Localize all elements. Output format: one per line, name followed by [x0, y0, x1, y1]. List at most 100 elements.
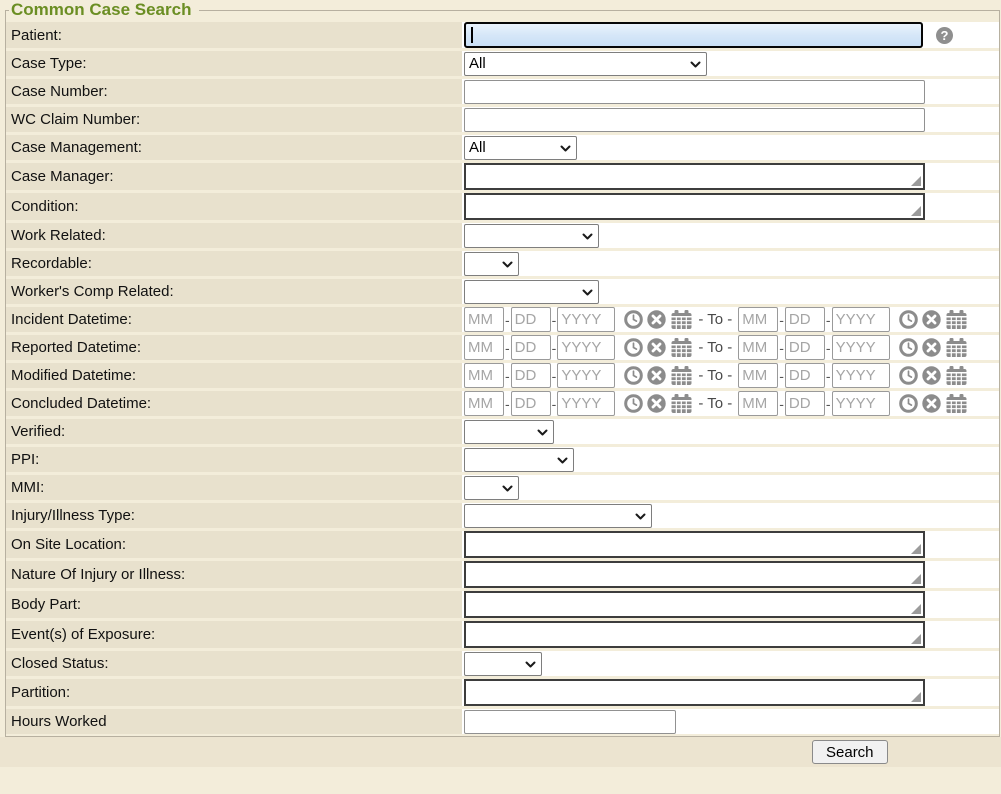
case-number-input[interactable] — [464, 80, 925, 104]
clear-icon[interactable] — [922, 394, 941, 413]
concluded-to-month-input[interactable] — [738, 391, 778, 416]
search-button[interactable]: Search — [812, 740, 888, 764]
modified-to-month-input[interactable] — [738, 363, 778, 388]
clear-icon[interactable] — [647, 394, 666, 413]
case-type-select[interactable]: All — [464, 52, 707, 76]
form-row-concluded-datetime: Concluded Datetime: - - - To - - - — [6, 391, 999, 416]
patient-input[interactable] — [464, 22, 923, 48]
hours-worked-field-cell — [462, 709, 999, 734]
resize-handle[interactable] — [911, 206, 921, 216]
recordable-select[interactable] — [464, 252, 519, 276]
condition-textarea[interactable] — [464, 193, 925, 220]
body-part-textarea[interactable] — [464, 591, 925, 618]
hours-worked-input[interactable] — [464, 710, 676, 734]
condition-label: Condition: — [6, 193, 462, 220]
clear-icon[interactable] — [922, 366, 941, 385]
ppi-select[interactable] — [464, 448, 574, 472]
reported-to-month-input[interactable] — [738, 335, 778, 360]
case-type-field-cell: All — [462, 51, 999, 76]
clear-icon[interactable] — [922, 338, 941, 357]
date-separator: - — [826, 340, 831, 356]
calendar-icon[interactable] — [671, 310, 692, 329]
workers-comp-related-select[interactable] — [464, 280, 599, 304]
clear-icon[interactable] — [647, 310, 666, 329]
partition-textarea[interactable] — [464, 679, 925, 706]
clear-icon[interactable] — [922, 310, 941, 329]
form-row-incident-datetime: Incident Datetime: - - - To - - - — [6, 307, 999, 332]
reported-to-day-input[interactable] — [785, 335, 825, 360]
incident-from-day-input[interactable] — [511, 307, 551, 332]
calendar-icon[interactable] — [946, 338, 967, 357]
modified-from-month-input[interactable] — [464, 363, 504, 388]
modified-from-day-input[interactable] — [511, 363, 551, 388]
incident-datetime-field-cell: - - - To - - - — [462, 307, 999, 332]
clock-icon[interactable] — [899, 394, 918, 413]
modified-to-year-input[interactable] — [832, 363, 890, 388]
clear-icon[interactable] — [647, 338, 666, 357]
resize-handle[interactable] — [911, 544, 921, 554]
incident-to-day-input[interactable] — [785, 307, 825, 332]
case-management-select[interactable]: All — [464, 136, 577, 160]
concluded-from-day-input[interactable] — [511, 391, 551, 416]
mmi-select[interactable] — [464, 476, 519, 500]
clock-icon[interactable] — [624, 394, 643, 413]
calendar-icon[interactable] — [671, 338, 692, 357]
clock-icon[interactable] — [624, 338, 643, 357]
work-related-select[interactable] — [464, 224, 599, 248]
concluded-to-day-input[interactable] — [785, 391, 825, 416]
modified-from-year-input[interactable] — [557, 363, 615, 388]
modified-datetime-field-cell: - - - To - - - — [462, 363, 999, 388]
reported-to-year-input[interactable] — [832, 335, 890, 360]
date-separator: - — [505, 368, 510, 384]
help-icon[interactable]: ? — [936, 27, 953, 44]
case-management-label: Case Management: — [6, 135, 462, 160]
text-cursor — [471, 27, 473, 43]
case-manager-field-cell — [462, 163, 999, 190]
injury-illness-type-select[interactable] — [464, 504, 652, 528]
resize-handle[interactable] — [911, 574, 921, 584]
form-row-nature-of-injury: Nature Of Injury or Illness: — [6, 561, 999, 588]
on-site-location-textarea[interactable] — [464, 531, 925, 558]
form-row-workers-comp-related: Worker's Comp Related: — [6, 279, 999, 304]
verified-select[interactable] — [464, 420, 554, 444]
resize-handle[interactable] — [911, 634, 921, 644]
clock-icon[interactable] — [899, 310, 918, 329]
date-separator: - — [779, 312, 784, 328]
injury-illness-type-label: Injury/Illness Type: — [6, 503, 462, 528]
form-row-condition: Condition: — [6, 193, 999, 220]
calendar-icon[interactable] — [671, 394, 692, 413]
concluded-to-year-input[interactable] — [832, 391, 890, 416]
reported-from-year-input[interactable] — [557, 335, 615, 360]
clock-icon[interactable] — [624, 366, 643, 385]
reported-from-month-input[interactable] — [464, 335, 504, 360]
clear-icon[interactable] — [647, 366, 666, 385]
concluded-from-month-input[interactable] — [464, 391, 504, 416]
concluded-from-year-input[interactable] — [557, 391, 615, 416]
resize-handle[interactable] — [911, 604, 921, 614]
calendar-icon[interactable] — [946, 394, 967, 413]
wc-claim-number-input[interactable] — [464, 108, 925, 132]
calendar-icon[interactable] — [946, 366, 967, 385]
incident-from-year-input[interactable] — [557, 307, 615, 332]
events-of-exposure-textarea[interactable] — [464, 621, 925, 648]
calendar-icon[interactable] — [671, 366, 692, 385]
date-separator: - — [826, 312, 831, 328]
form-row-ppi: PPI: — [6, 447, 999, 472]
calendar-icon[interactable] — [946, 310, 967, 329]
clock-icon[interactable] — [899, 338, 918, 357]
incident-to-year-input[interactable] — [832, 307, 890, 332]
clock-icon[interactable] — [899, 366, 918, 385]
range-to-label: - To - — [698, 367, 732, 384]
resize-handle[interactable] — [911, 692, 921, 702]
modified-to-day-input[interactable] — [785, 363, 825, 388]
reported-from-day-input[interactable] — [511, 335, 551, 360]
case-manager-textarea[interactable] — [464, 163, 925, 190]
case-manager-label: Case Manager: — [6, 163, 462, 190]
nature-of-injury-textarea[interactable] — [464, 561, 925, 588]
incident-to-month-input[interactable] — [738, 307, 778, 332]
closed-status-select[interactable] — [464, 652, 542, 676]
clock-icon[interactable] — [624, 310, 643, 329]
resize-handle[interactable] — [911, 176, 921, 186]
reported-datetime-label: Reported Datetime: — [6, 335, 462, 360]
incident-from-month-input[interactable] — [464, 307, 504, 332]
